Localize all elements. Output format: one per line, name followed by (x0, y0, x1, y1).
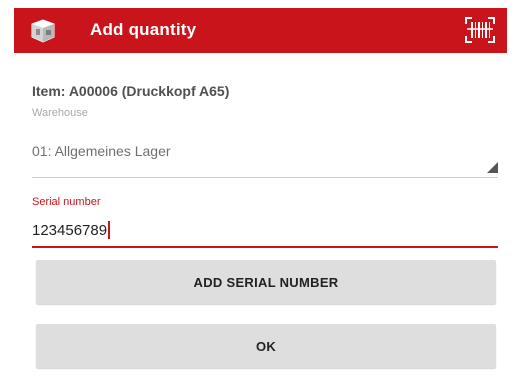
warehouse-dropdown[interactable]: 01: Allgemeines Lager (32, 138, 498, 178)
serial-number-label: Serial number (32, 196, 101, 208)
serial-number-underline (32, 246, 498, 248)
warehouse-label: Warehouse (32, 107, 88, 119)
add-quantity-dialog: Add quantity Item: A00006 (Druckkopf A65… (14, 8, 507, 378)
ok-button[interactable]: OK (36, 324, 496, 368)
box-app-icon (30, 19, 56, 43)
dropdown-arrow-icon (487, 162, 498, 173)
serial-number-value: 123456789 (32, 221, 111, 239)
app-title: Add quantity (90, 20, 197, 39)
add-serial-number-button[interactable]: ADD SERIAL NUMBER (36, 260, 496, 304)
warehouse-underline (32, 177, 498, 178)
warehouse-selected-value: 01: Allgemeines Lager (32, 143, 171, 159)
serial-number-text: 123456789 (32, 221, 108, 239)
text-cursor (108, 221, 111, 239)
app-bar: Add quantity (14, 8, 507, 53)
serial-number-input[interactable]: 123456789 (32, 214, 498, 248)
barcode-scan-icon[interactable] (464, 16, 496, 44)
item-title: Item: A00006 (Druckkopf A65) (32, 83, 230, 99)
